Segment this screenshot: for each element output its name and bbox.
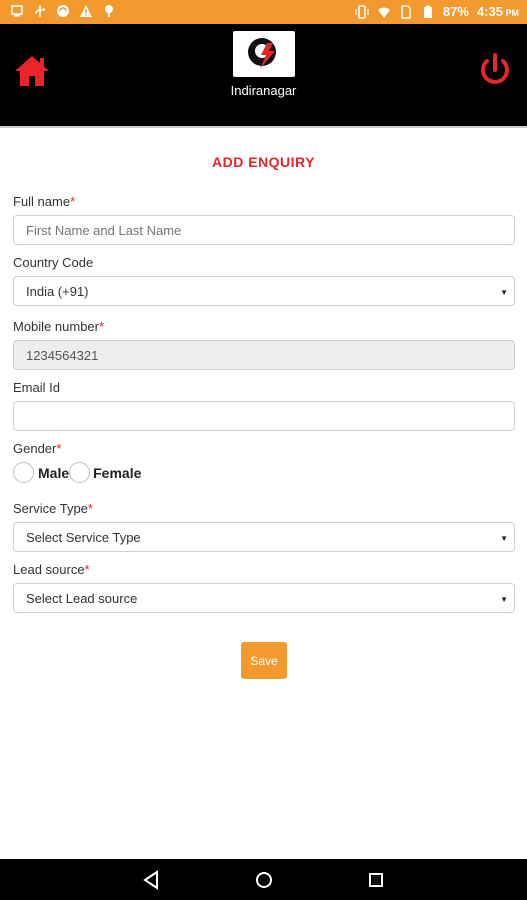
country-code-label: Country Code [13,255,94,270]
usb-icon [35,5,45,17]
dropdown-caret-icon: ▼ [500,288,508,297]
email-input[interactable] [13,401,515,431]
gender-radio-group: Male Female [13,462,141,483]
sim-icon [401,4,411,19]
gender-label: Gender* [13,441,62,456]
system-nav-bar [0,859,527,900]
branch-name: Indiranagar [230,83,297,98]
lead-source-label: Lead source* [13,562,90,577]
service-type-value: Select Service Type [26,529,141,545]
mobile-label: Mobile number* [13,319,105,334]
gender-female-radio[interactable] [69,462,91,483]
brand-logo [233,31,295,77]
location-icon [105,5,113,17]
screen-icon [11,5,23,17]
country-code-value: India (+91) [26,283,89,299]
wifi-icon [377,7,390,18]
header-divider [0,126,527,128]
form-title: ADD ENQUIRY [212,154,315,170]
vibrate-icon [355,4,369,19]
save-button[interactable]: Save [241,642,287,679]
mobile-value: 1234564321 [26,347,99,363]
full-name-label: Full name* [13,194,76,209]
sync-icon [57,5,69,17]
warning-icon [80,5,92,17]
email-label: Email Id [13,380,60,395]
logo-mark [248,38,276,69]
gender-female-label[interactable]: Female [93,465,141,481]
lead-source-value: Select Lead source [26,590,138,606]
dropdown-caret-icon: ▼ [500,534,508,543]
mobile-input[interactable]: 1234564321 [13,340,515,370]
gender-male-radio[interactable] [13,462,34,483]
power-icon[interactable] [476,51,514,89]
clock: 4:35 PM [476,4,519,19]
status-bar-system: 87% 4:35 PM [355,4,519,19]
service-type-select[interactable]: Select Service Type ▼ [13,522,515,552]
screen: 87% 4:35 PM Indiranagar ADD ENQUIRY Full… [0,0,527,900]
status-bar-notifications [10,4,116,18]
back-icon[interactable] [141,869,163,891]
full-name-input[interactable] [13,215,515,245]
battery-percent: 87% [442,4,469,19]
service-type-label: Service Type* [13,501,93,516]
battery-icon [423,5,432,18]
app-header: Indiranagar [0,24,527,126]
gender-male-label[interactable]: Male [38,465,69,481]
country-code-select[interactable]: India (+91) ▼ [13,276,515,306]
lead-source-select[interactable]: Select Lead source ▼ [13,583,515,613]
recents-icon[interactable] [365,869,387,891]
home-circle-icon[interactable] [253,869,275,891]
dropdown-caret-icon: ▼ [500,595,508,604]
status-bar: 87% 4:35 PM [0,0,527,24]
